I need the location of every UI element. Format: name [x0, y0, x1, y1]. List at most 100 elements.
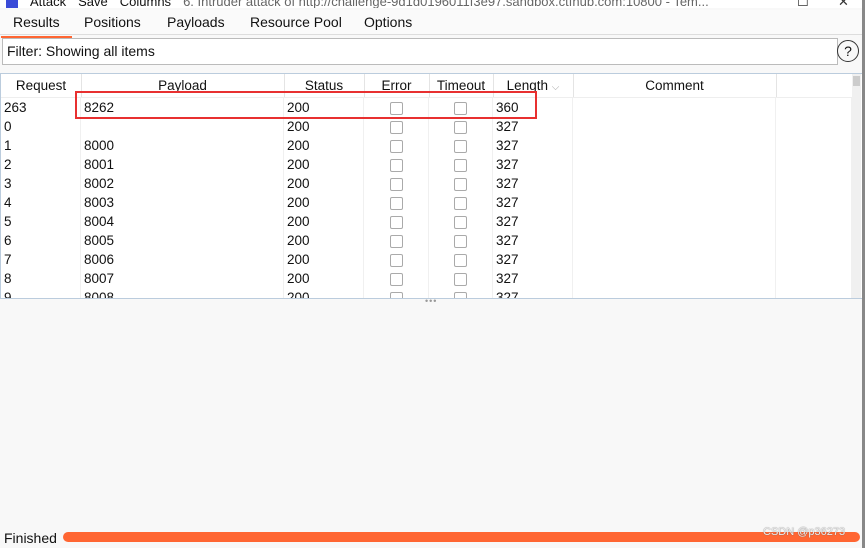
cell-request: 4: [1, 193, 81, 212]
cell-x: [776, 212, 852, 231]
cell-timeout: [429, 136, 493, 155]
close-icon[interactable]: ✕: [838, 0, 849, 8]
cell-status: 200: [284, 136, 364, 155]
cell-x: [776, 269, 852, 288]
cell-request: 8: [1, 269, 81, 288]
cell-timeout: [429, 193, 493, 212]
filter-bar[interactable]: Filter: Showing all items: [2, 38, 838, 65]
tab-options[interactable]: Options: [364, 14, 412, 30]
cell-x: [776, 250, 852, 269]
timeout-checkbox: [454, 121, 467, 134]
cell-payload: 8001: [81, 155, 284, 174]
table-row[interactable]: 8 8007 200 327: [1, 269, 852, 288]
menu-columns[interactable]: Columns: [120, 0, 171, 8]
scroll-thumb[interactable]: [853, 76, 860, 86]
vertical-scrollbar[interactable]: [852, 74, 861, 298]
table-row[interactable]: 4 8003 200 327: [1, 193, 852, 212]
timeout-checkbox: [454, 197, 467, 210]
cell-status: 200: [284, 155, 364, 174]
cell-status: 200: [284, 231, 364, 250]
maximize-icon[interactable]: ☐: [797, 0, 809, 8]
cell-status: 200: [284, 174, 364, 193]
error-checkbox: [389, 235, 403, 248]
window-title: 6. Intruder attack of http://challenge-9…: [183, 0, 709, 8]
cell-length: 327: [493, 288, 573, 298]
title-bar: Attack Save Columns 6. Intruder attack of h…: [0, 0, 865, 8]
cell-payload: 8005: [81, 231, 284, 250]
error-checkbox: [389, 178, 403, 191]
cell-comment: [573, 193, 776, 212]
menu-attack[interactable]: Attack: [30, 0, 66, 8]
cell-payload: 8008: [81, 288, 284, 298]
cell-error: [364, 193, 429, 212]
timeout-checkbox: [454, 292, 467, 298]
col-request[interactable]: Request: [1, 74, 82, 97]
cell-x: [776, 98, 852, 117]
cell-payload: 8004: [81, 212, 284, 231]
cell-timeout: [429, 231, 493, 250]
error-checkbox: [389, 254, 403, 267]
cell-request: 263: [1, 98, 81, 117]
timeout-checkbox: [454, 159, 467, 172]
cell-error: [364, 136, 429, 155]
table-row[interactable]: 2 8001 200 327: [1, 155, 852, 174]
progress-bar: [63, 532, 860, 542]
cell-payload: [81, 117, 284, 136]
table-row[interactable]: 0 200 327: [1, 117, 852, 136]
error-checkbox: [389, 159, 403, 172]
cell-status: 200: [284, 212, 364, 231]
error-checkbox: [389, 273, 403, 286]
highlight-box: [75, 91, 537, 119]
cell-error: [364, 250, 429, 269]
timeout-checkbox: [454, 254, 467, 267]
status-text: Finished: [4, 530, 57, 546]
cell-comment: [573, 250, 776, 269]
error-checkbox: [389, 292, 403, 298]
cell-error: [364, 212, 429, 231]
tab-positions[interactable]: Positions: [84, 14, 141, 30]
cell-x: [776, 136, 852, 155]
help-icon[interactable]: ?: [837, 40, 859, 62]
cell-x: [776, 193, 852, 212]
cell-payload: 8002: [81, 174, 284, 193]
cell-request: 9: [1, 288, 81, 298]
timeout-checkbox: [454, 273, 467, 286]
timeout-checkbox: [454, 178, 467, 191]
cell-length: 327: [493, 193, 573, 212]
cell-timeout: [429, 288, 493, 298]
sort-chevron-icon: ⌵: [551, 82, 560, 93]
timeout-checkbox: [454, 140, 467, 153]
cell-length: 327: [493, 174, 573, 193]
tab-results[interactable]: Results: [1, 14, 72, 38]
cell-length: 327: [493, 269, 573, 288]
cell-x: [776, 155, 852, 174]
tab-bar: Results Positions Payloads Resource Pool…: [0, 10, 862, 38]
app-icon: [6, 0, 18, 8]
table-row[interactable]: 7 8006 200 327: [1, 250, 852, 269]
cell-timeout: [429, 117, 493, 136]
cell-payload: 8007: [81, 269, 284, 288]
cell-timeout: [429, 269, 493, 288]
cell-timeout: [429, 250, 493, 269]
cell-request: 7: [1, 250, 81, 269]
cell-comment: [573, 288, 776, 298]
tab-payloads[interactable]: Payloads: [167, 14, 225, 30]
table-row[interactable]: 1 8000 200 327: [1, 136, 852, 155]
table-row[interactable]: 3 8002 200 327: [1, 174, 852, 193]
cell-status: 200: [284, 250, 364, 269]
menu-save[interactable]: Save: [78, 0, 108, 8]
table-row[interactable]: 5 8004 200 327: [1, 212, 852, 231]
cell-error: [364, 288, 429, 298]
col-comment[interactable]: Comment: [573, 74, 777, 97]
timeout-checkbox: [454, 216, 467, 229]
cell-status: 200: [284, 193, 364, 212]
error-checkbox: [389, 197, 403, 210]
tab-resource-pool[interactable]: Resource Pool: [250, 14, 342, 30]
table-row[interactable]: 6 8005 200 327: [1, 231, 852, 250]
cell-error: [364, 269, 429, 288]
cell-request: 5: [1, 212, 81, 231]
split-handle[interactable]: •••: [425, 296, 437, 306]
cell-status: 200: [284, 288, 364, 298]
cell-comment: [573, 231, 776, 250]
cell-comment: [573, 117, 776, 136]
